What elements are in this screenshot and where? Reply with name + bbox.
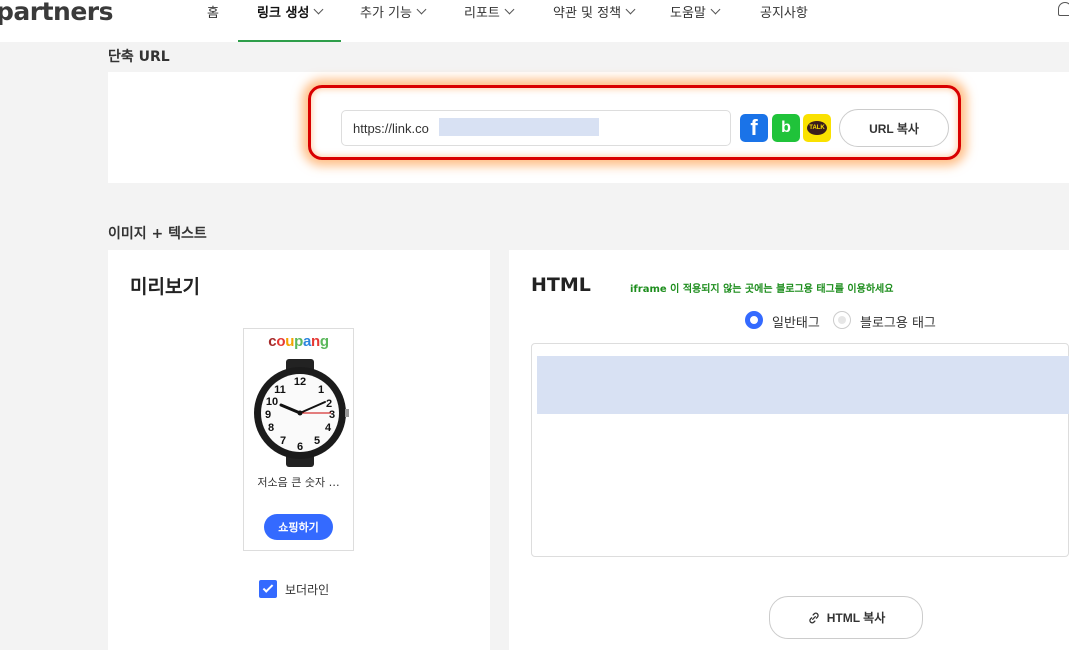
facebook-share-button[interactable]: f [740, 114, 768, 142]
product-name: 저소음 큰 숫자 … [257, 476, 340, 489]
radio-blog-tag[interactable] [833, 311, 851, 329]
svg-text:6: 6 [297, 441, 303, 453]
normal-tag-label[interactable]: 일반태그 [772, 312, 820, 331]
nav-report[interactable]: 리포트 [464, 2, 515, 21]
nav-notice[interactable]: 공지사항 [760, 2, 808, 21]
nav-link-create-label: 링크 생성 [257, 6, 310, 21]
nav-terms-policy[interactable]: 약관 및 정책 [553, 2, 636, 21]
svg-text:7: 7 [280, 435, 286, 447]
url-copy-label: URL 복사 [869, 121, 919, 136]
nav-extra-features[interactable]: 추가 기능 [360, 2, 427, 21]
svg-text:4: 4 [325, 422, 332, 434]
kakaotalk-share-button[interactable]: TALK [803, 114, 831, 142]
kakaotalk-icon: TALK [807, 121, 827, 135]
svg-text:8: 8 [268, 422, 274, 434]
svg-text:1: 1 [318, 384, 324, 396]
nav-home-label: 홈 [207, 6, 219, 21]
html-heading: HTML [531, 274, 591, 296]
redacted-code-mask [537, 356, 1069, 414]
short-url-value: https://link.co [353, 120, 429, 136]
nav-help-label: 도움말 [670, 6, 706, 21]
svg-text:12: 12 [294, 376, 306, 388]
nav-terms-policy-label: 약관 및 정책 [553, 6, 622, 21]
chevron-down-icon [504, 4, 515, 15]
chevron-down-icon [625, 4, 636, 15]
coupang-logo: coupang [268, 333, 329, 350]
partners-logo[interactable]: partners [0, 0, 114, 26]
band-icon: b [781, 119, 791, 136]
image-text-section-title: 이미지 + 텍스트 [108, 226, 207, 242]
svg-text:10: 10 [266, 396, 278, 408]
svg-text:9: 9 [265, 409, 271, 421]
chevron-down-icon [313, 4, 324, 15]
nav-report-label: 리포트 [464, 6, 500, 21]
product-watch-image: 12 1 2 3 4 5 6 7 8 9 10 11 [254, 359, 349, 467]
checkmark-icon [262, 582, 274, 593]
radio-normal-tag[interactable] [745, 311, 763, 329]
bell-icon[interactable] [1058, 2, 1069, 16]
redacted-url-mask [439, 118, 599, 136]
svg-text:11: 11 [274, 384, 286, 396]
iframe-hint-text: iframe 이 적용되지 않는 곳에는 블로그용 태그를 이용하세요 [630, 284, 894, 295]
borderline-label: 보더라인 [285, 583, 330, 597]
product-card-preview: coupang 12 1 2 3 4 5 6 7 8 9 10 11 저소음 큰… [243, 328, 354, 551]
logo-text: partners [0, 0, 114, 26]
borderline-checkbox[interactable] [259, 580, 277, 598]
url-copy-button[interactable]: URL 복사 [839, 109, 949, 147]
html-copy-label: HTML 복사 [826, 611, 886, 625]
svg-text:3: 3 [329, 409, 335, 421]
html-copy-button[interactable]: HTML 복사 [769, 596, 923, 639]
shopping-button[interactable]: 쇼핑하기 [264, 514, 333, 540]
chevron-down-icon [416, 4, 427, 15]
active-nav-underline [238, 40, 341, 42]
link-icon [809, 612, 819, 623]
top-navigation-bar: partners 홈 링크 생성 추가 기능 리포트 약관 및 정책 도움말 공… [0, 0, 1069, 42]
short-url-section-title: 단축 URL [108, 49, 170, 65]
nav-home[interactable]: 홈 [207, 2, 219, 21]
preview-heading: 미리보기 [130, 276, 200, 298]
band-share-button[interactable]: b [772, 114, 800, 142]
facebook-icon: f [750, 115, 758, 140]
blog-tag-label[interactable]: 블로그용 태그 [860, 312, 936, 331]
nav-link-create[interactable]: 링크 생성 [257, 2, 324, 21]
chevron-down-icon [710, 4, 721, 15]
nav-extra-features-label: 추가 기능 [360, 6, 412, 21]
svg-text:5: 5 [314, 435, 320, 447]
kakaotalk-icon-text: TALK [809, 125, 825, 131]
nav-notice-label: 공지사항 [760, 6, 808, 21]
shopping-button-label: 쇼핑하기 [278, 521, 319, 534]
nav-help[interactable]: 도움말 [670, 2, 721, 21]
